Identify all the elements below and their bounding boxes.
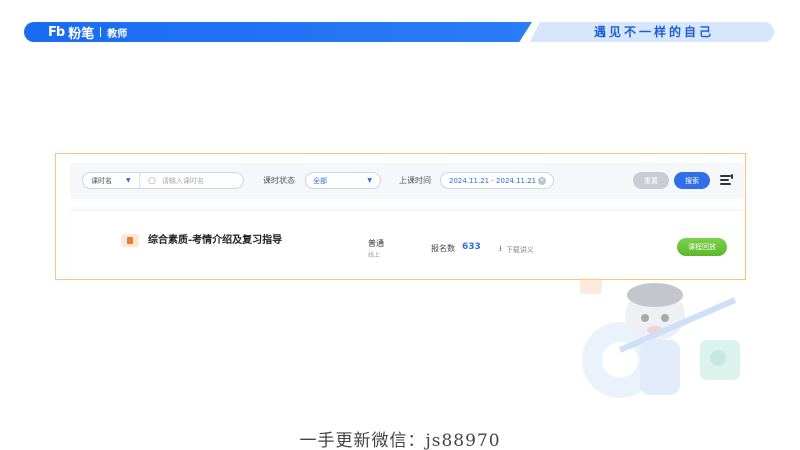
brand-name: 粉笔 <box>68 26 95 42</box>
search-placeholder: 请输入课时名 <box>161 176 204 185</box>
field-select[interactable]: 课时名 ▼ <box>83 173 140 188</box>
role-label: 教师 <box>107 28 128 40</box>
course-icon <box>121 234 139 247</box>
search-input[interactable]: ○ 请输入课时名 <box>140 176 204 186</box>
slogan-text: 遇见不一样的自己 <box>594 25 715 39</box>
reset-button[interactable]: 重置 <box>633 172 669 189</box>
search-icon: ○ <box>148 175 156 186</box>
field-select-value: 课时名 <box>91 176 112 185</box>
date-range-value: 2024.11.21 - 2024.11.21 <box>449 176 537 185</box>
menu-icon[interactable] <box>720 173 733 187</box>
logo-divider <box>100 27 102 37</box>
watermark-text: 一手更新微信：js88970 <box>299 431 501 450</box>
status-select[interactable]: 全部 ▼ <box>305 172 381 189</box>
replay-button[interactable]: 课程回放 <box>677 238 727 256</box>
status-label: 课时状态 <box>263 176 295 185</box>
download-icon: ⭳ <box>499 244 502 253</box>
download-handout-link[interactable]: ⭳ 下载讲义 <box>499 243 534 257</box>
enroll-count: 633 <box>462 242 481 252</box>
enroll-label: 报名数 <box>431 244 455 253</box>
search-field-group: 课时名 ▼ ○ 请输入课时名 <box>82 172 244 189</box>
course-mode: 线上 <box>368 252 381 259</box>
chevron-down-icon: ▼ <box>126 177 131 184</box>
clear-icon[interactable]: × <box>538 176 546 185</box>
course-type: 普通 <box>368 239 384 248</box>
date-range-picker[interactable]: 2024.11.21 - 2024.11.21 × <box>440 172 554 189</box>
status-value: 全部 <box>313 176 327 185</box>
download-label: 下载讲义 <box>505 246 534 254</box>
mascot-illustration <box>580 278 740 398</box>
search-button[interactable]: 搜索 <box>674 172 710 189</box>
logo-mark: Fb <box>48 24 65 40</box>
time-label: 上课时间 <box>399 176 431 185</box>
course-title[interactable]: 综合素质-考情介绍及复习指导 <box>148 234 282 247</box>
chevron-down-icon: ▼ <box>367 177 372 184</box>
brand-logo: Fb 粉笔 教师 <box>48 24 128 42</box>
